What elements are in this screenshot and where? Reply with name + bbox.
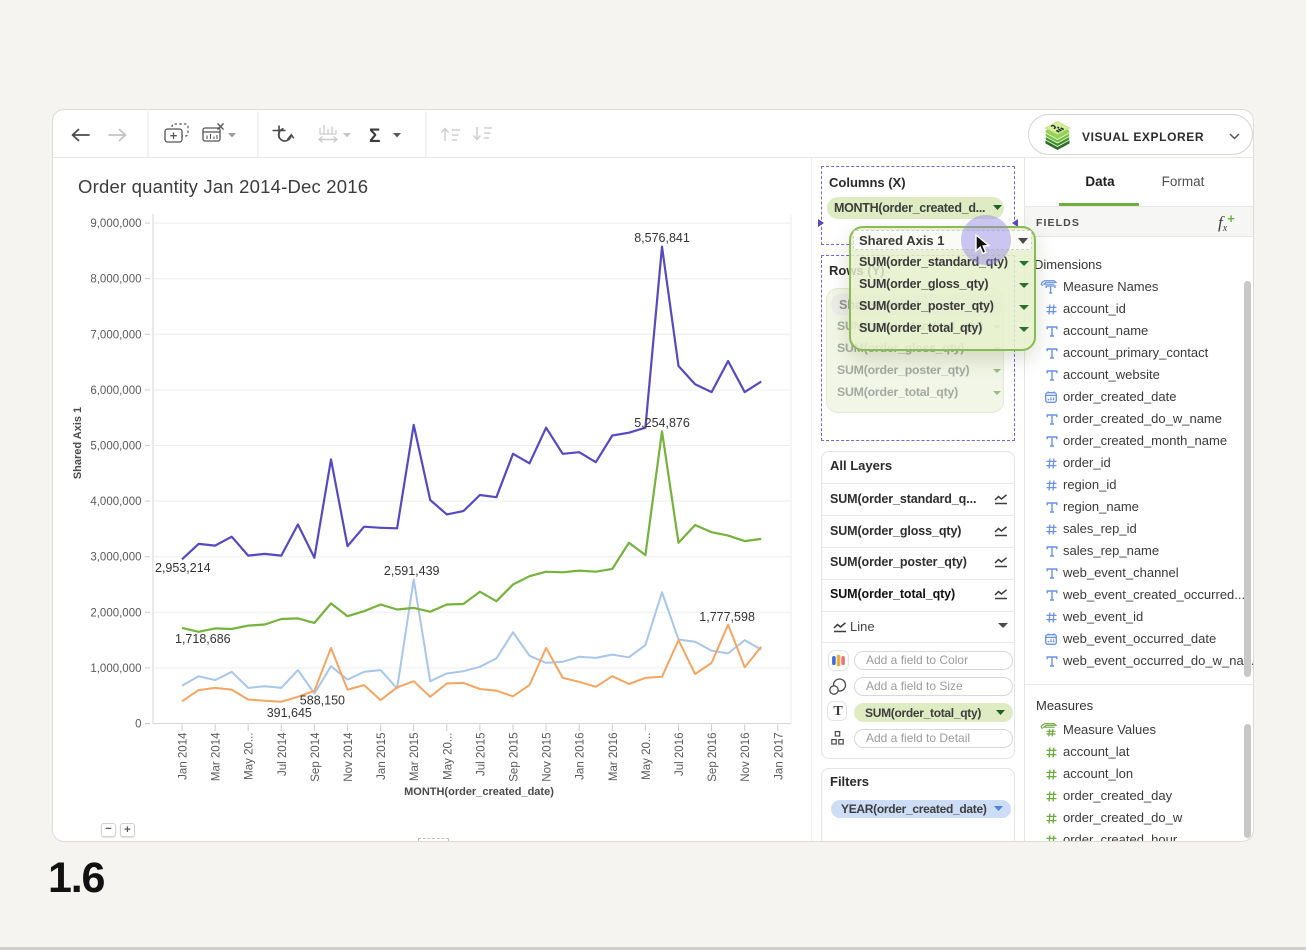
svg-text:6,000,000: 6,000,000 xyxy=(90,385,141,397)
svg-text:Jan 2014: Jan 2014 xyxy=(178,732,190,780)
svg-text:Sep 2016: Sep 2016 xyxy=(707,733,719,782)
svg-text:MONTH(order_created_date): MONTH(order_created_date) xyxy=(404,786,554,798)
svg-text:May 20...: May 20... xyxy=(244,733,256,780)
svg-text:Nov 2015: Nov 2015 xyxy=(542,733,554,782)
svg-text:Nov 2014: Nov 2014 xyxy=(343,732,355,782)
svg-text:Jul 2016: Jul 2016 xyxy=(674,733,686,776)
svg-text:2,953,214: 2,953,214 xyxy=(155,561,211,575)
svg-text:1,718,686: 1,718,686 xyxy=(175,632,231,646)
svg-text:7,000,000: 7,000,000 xyxy=(90,329,141,341)
svg-text:8,576,841: 8,576,841 xyxy=(634,231,690,245)
svg-text:588,150: 588,150 xyxy=(300,693,345,707)
svg-text:9,000,000: 9,000,000 xyxy=(90,218,141,230)
svg-text:5,254,876: 5,254,876 xyxy=(634,416,690,430)
svg-text:4,000,000: 4,000,000 xyxy=(90,496,141,508)
svg-text:Mar 2014: Mar 2014 xyxy=(211,732,223,781)
svg-text:0: 0 xyxy=(135,719,141,731)
svg-text:May 20...: May 20... xyxy=(641,733,653,780)
svg-text:Nov 2016: Nov 2016 xyxy=(740,733,752,782)
svg-text:Jan 2017: Jan 2017 xyxy=(773,733,785,780)
svg-text:1,777,598: 1,777,598 xyxy=(699,610,755,624)
svg-text:Mar 2015: Mar 2015 xyxy=(409,733,421,782)
svg-text:2,591,439: 2,591,439 xyxy=(384,564,440,578)
svg-text:Jan 2015: Jan 2015 xyxy=(376,733,388,780)
svg-text:5,000,000: 5,000,000 xyxy=(90,441,141,453)
svg-text:Jan 2016: Jan 2016 xyxy=(575,733,587,780)
svg-text:3,000,000: 3,000,000 xyxy=(90,552,141,564)
svg-text:Sep 2014: Sep 2014 xyxy=(310,732,322,782)
svg-text:Σ: Σ xyxy=(369,126,380,147)
svg-text:8,000,000: 8,000,000 xyxy=(90,274,141,286)
svg-text:391,645: 391,645 xyxy=(267,706,312,720)
svg-text:Shared Axis 1: Shared Axis 1 xyxy=(72,407,84,479)
svg-text:Jul 2015: Jul 2015 xyxy=(475,733,487,776)
svg-text:May 20...: May 20... xyxy=(442,733,454,780)
svg-text:1,000,000: 1,000,000 xyxy=(90,663,141,675)
svg-text:Mar 2016: Mar 2016 xyxy=(608,733,620,782)
svg-text:Sep 2015: Sep 2015 xyxy=(509,733,521,782)
svg-text:Jul 2014: Jul 2014 xyxy=(277,732,289,776)
svg-text:2,000,000: 2,000,000 xyxy=(90,607,141,619)
